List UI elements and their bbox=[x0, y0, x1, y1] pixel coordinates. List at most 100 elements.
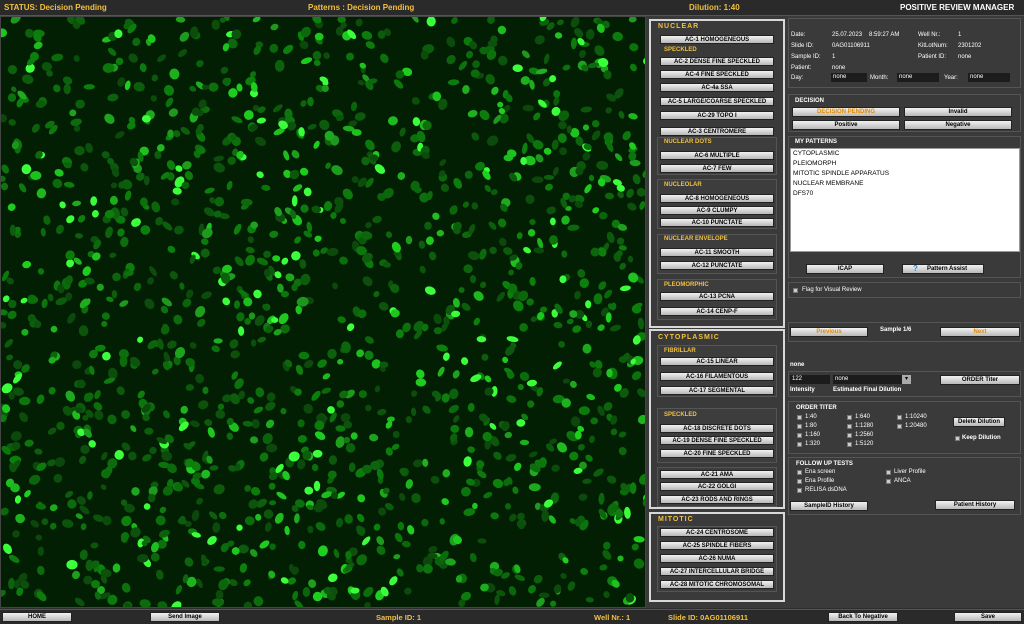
invalid-button[interactable]: Invalid bbox=[904, 107, 1012, 117]
order-titer-button[interactable]: ORDER Titer bbox=[940, 375, 1020, 385]
well-label: Well Nr.: bbox=[918, 32, 941, 38]
intensity-value[interactable]: 122 bbox=[790, 375, 830, 384]
titer-checkbox[interactable] bbox=[797, 424, 802, 429]
titer-checkbox[interactable] bbox=[797, 442, 802, 447]
pattern-assist-label: Pattern Assist bbox=[926, 266, 968, 272]
titer-label: 1:160 bbox=[805, 432, 821, 438]
top-status-bar: STATUS: Decision Pending Patterns : Deci… bbox=[0, 0, 1024, 16]
decision-pending-button[interactable]: DECISION PENDING bbox=[792, 107, 900, 117]
test-label: Liver Profile bbox=[894, 469, 926, 475]
pattern-button[interactable]: AC-24 CENTROSOME bbox=[660, 528, 774, 537]
save-button[interactable]: Save bbox=[954, 612, 1022, 622]
test-checkbox[interactable] bbox=[797, 488, 802, 493]
pattern-button[interactable]: AC-3 CENTROMERE bbox=[660, 127, 774, 136]
test-checkbox[interactable] bbox=[797, 470, 802, 475]
pattern-button[interactable]: AC-21 AMA bbox=[660, 470, 774, 479]
test-checkbox[interactable] bbox=[886, 470, 891, 475]
negative-button[interactable]: Negative bbox=[904, 120, 1012, 130]
titer-checkbox[interactable] bbox=[847, 424, 852, 429]
keep-dilution-checkbox[interactable] bbox=[955, 436, 960, 441]
month-value: none bbox=[897, 73, 939, 82]
send-image-button[interactable]: Send Image bbox=[150, 612, 220, 622]
mitotic-title: MITOTIC bbox=[658, 516, 694, 523]
pattern-button[interactable]: AC-10 PUNCTATE bbox=[660, 218, 774, 227]
titer-label: 1:1280 bbox=[855, 423, 874, 429]
titer-label: 1:2560 bbox=[855, 432, 874, 438]
titer-checkbox[interactable] bbox=[847, 415, 852, 420]
my-patterns-title: MY PATTERNS bbox=[795, 139, 838, 145]
pattern-button[interactable]: AC-29 TOPO I bbox=[660, 111, 774, 120]
pattern-button[interactable]: AC-11 SMOOTH bbox=[660, 248, 774, 257]
slide-value: 0AG01106911 bbox=[832, 43, 870, 49]
titer-checkbox[interactable] bbox=[797, 415, 802, 420]
fluorescence-cells-image bbox=[1, 17, 645, 607]
pattern-button[interactable]: AC-14 CENP-F bbox=[660, 307, 774, 316]
home-button[interactable]: HOME bbox=[2, 612, 72, 622]
list-item[interactable]: PLEIOMORPH bbox=[791, 159, 1019, 169]
list-item[interactable]: DFS70 bbox=[791, 189, 1019, 199]
pattern-button[interactable]: AC-12 PUNCTATE bbox=[660, 261, 774, 270]
titer-checkbox[interactable] bbox=[847, 433, 852, 438]
pattern-button[interactable]: AC-17 SEGMENTAL bbox=[660, 386, 774, 395]
pattern-button[interactable]: AC-27 INTERCELLULAR BRIDGE bbox=[660, 567, 774, 576]
nuclear-envelope-title: NUCLEAR ENVELOPE bbox=[664, 236, 728, 242]
pattern-button[interactable]: AC-19 DENSE FINE SPECKLED bbox=[660, 436, 774, 445]
list-item[interactable]: NUCLEAR MEMBRANE bbox=[791, 179, 1019, 189]
pattern-button[interactable]: AC-8 HOMOGENEOUS bbox=[660, 194, 774, 203]
footer-sample-id: Sample ID: 1 bbox=[376, 613, 422, 622]
pattern-button[interactable]: AC-16 FILAMENTOUS bbox=[660, 372, 774, 381]
sample-label: Sample ID: bbox=[791, 54, 821, 60]
fibrillar-title: FIBRILLAR bbox=[664, 348, 696, 354]
positive-button[interactable]: Positive bbox=[792, 120, 900, 130]
pattern-button[interactable]: AC-7 FEW bbox=[660, 164, 774, 173]
pattern-button[interactable]: AC-6 MULTIPLE bbox=[660, 151, 774, 160]
sampleid-history-button[interactable]: SampleID History bbox=[790, 501, 868, 511]
pattern-button[interactable]: AC-25 SPINDLE FIBERS bbox=[660, 541, 774, 550]
test-checkbox[interactable] bbox=[797, 479, 802, 484]
titer-checkbox[interactable] bbox=[847, 442, 852, 447]
pattern-button[interactable]: AC-20 FINE SPECKLED bbox=[660, 449, 774, 458]
titer-checkbox[interactable] bbox=[797, 433, 802, 438]
delete-dilution-button[interactable]: Delete Dilution bbox=[953, 417, 1005, 427]
help-icon: ? bbox=[913, 264, 918, 273]
date-label: Date: bbox=[791, 32, 806, 38]
time-value: 8:59:27 AM bbox=[869, 32, 900, 38]
pattern-button[interactable]: AC-18 DISCRETE DOTS bbox=[660, 424, 774, 433]
month-label: Month: bbox=[870, 75, 889, 81]
previous-button[interactable]: Previous bbox=[790, 327, 868, 337]
patient-id-value: none bbox=[958, 54, 972, 60]
pattern-button[interactable]: AC-22 GOLGI bbox=[660, 482, 774, 491]
titer-checkbox[interactable] bbox=[897, 424, 902, 429]
icap-button[interactable]: ICAP bbox=[806, 264, 884, 274]
chevron-down-icon[interactable]: ▾ bbox=[902, 375, 911, 384]
patient-label: Patient: bbox=[791, 65, 812, 71]
pattern-button[interactable]: AC-15 LINEAR bbox=[660, 357, 774, 366]
pattern-button[interactable]: AC-2 DENSE FINE SPECKLED bbox=[660, 57, 774, 66]
app-title: POSITIVE REVIEW MANAGER bbox=[900, 3, 1015, 12]
pattern-button[interactable]: AC-26 NUMA bbox=[660, 554, 774, 563]
titer-checkbox[interactable] bbox=[897, 415, 902, 420]
dilution-select[interactable]: none ▾ bbox=[833, 375, 911, 384]
microscope-image[interactable] bbox=[0, 16, 646, 608]
status-text: STATUS: Decision Pending bbox=[4, 3, 107, 12]
test-label: RELISA dsDNA bbox=[805, 487, 847, 493]
pattern-button[interactable]: AC-23 RODS AND RINGS bbox=[660, 495, 774, 504]
next-button[interactable]: Next bbox=[940, 327, 1020, 337]
pattern-button[interactable]: AC-9 CLUMPY bbox=[660, 206, 774, 215]
pattern-button[interactable]: AC-28 MITOTIC CHROMOSOMAL bbox=[660, 580, 774, 589]
pattern-assist-button[interactable]: ? Pattern Assist bbox=[902, 264, 984, 274]
flag-checkbox[interactable] bbox=[793, 288, 798, 293]
intensity-label: Intensity bbox=[790, 387, 815, 393]
my-patterns-list[interactable]: CYTOPLASMIC PLEIOMORPH MITOTIC SPINDLE A… bbox=[790, 148, 1020, 252]
test-checkbox[interactable] bbox=[886, 479, 891, 484]
pattern-button[interactable]: AC-1 HOMOGENEOUS bbox=[660, 35, 774, 44]
back-to-negative-button[interactable]: Back To Negative bbox=[828, 612, 898, 622]
pattern-button[interactable]: AC-13 PCNA bbox=[660, 292, 774, 301]
list-item[interactable]: MITOTIC SPINDLE APPARATUS bbox=[791, 169, 1019, 179]
pattern-button[interactable]: AC-4a SSA bbox=[660, 83, 774, 92]
pattern-button[interactable]: AC-4 FINE SPECKLED bbox=[660, 70, 774, 79]
patient-history-button[interactable]: Patient History bbox=[935, 500, 1015, 510]
date-value: 25.07.2023 bbox=[832, 32, 863, 38]
list-item[interactable]: CYTOPLASMIC bbox=[791, 149, 1019, 159]
pattern-button[interactable]: AC-5 LARGE/COARSE SPECKLED bbox=[660, 97, 774, 106]
